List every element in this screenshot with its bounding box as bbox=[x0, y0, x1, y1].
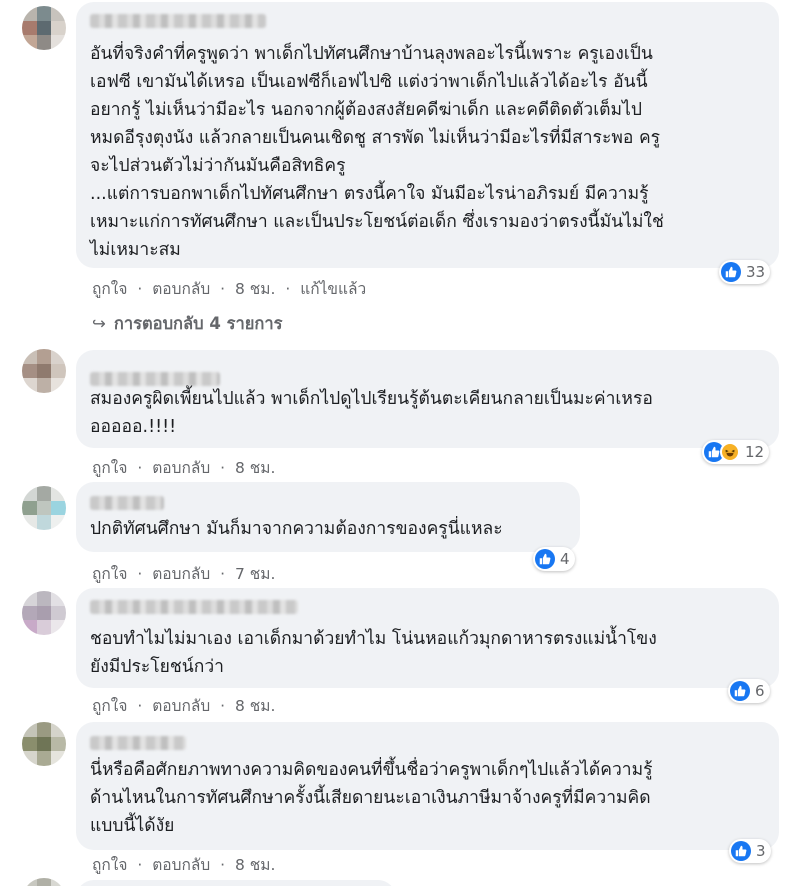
reply-button[interactable]: ตอบกลับ bbox=[152, 459, 210, 477]
comment-bubble: ปกติทัศนศึกษา มันก็มาจากความต้องการของคร… bbox=[76, 482, 580, 552]
avatar[interactable] bbox=[22, 722, 66, 766]
like-reaction-icon bbox=[721, 262, 741, 282]
comment-actions: ถูกใจ · ตอบกลับ · 8 ชม. bbox=[92, 856, 276, 874]
comment-actions: ถูกใจ · ตอบกลับ · 7 ชม. bbox=[92, 565, 276, 583]
reaction-badge[interactable]: 12 bbox=[702, 440, 770, 464]
edited-label[interactable]: แก้ไขแล้ว bbox=[300, 280, 366, 298]
reply-button[interactable]: ตอบกลับ bbox=[152, 856, 210, 874]
avatar[interactable] bbox=[22, 349, 66, 393]
reaction-count: 6 bbox=[755, 682, 765, 700]
reaction-badge[interactable]: 4 bbox=[533, 547, 575, 571]
avatar[interactable] bbox=[22, 878, 66, 886]
comment-text: อันที่จริงคำที่ครูพูดว่า พาเด็กไปทัศนศึก… bbox=[90, 44, 664, 260]
like-button[interactable]: ถูกใจ bbox=[92, 697, 127, 715]
reply-button[interactable]: ตอบกลับ bbox=[152, 280, 210, 298]
like-button[interactable]: ถูกใจ bbox=[92, 280, 127, 298]
avatar[interactable] bbox=[22, 486, 66, 530]
comment-actions: ถูกใจ · ตอบกลับ · 8 ชม. bbox=[92, 697, 276, 715]
comment-timestamp[interactable]: 7 ชม. bbox=[235, 565, 275, 583]
commenter-name-redacted[interactable] bbox=[90, 736, 186, 750]
like-reaction-icon bbox=[535, 549, 555, 569]
like-reaction-icon bbox=[731, 841, 751, 861]
haha-reaction-icon bbox=[720, 442, 740, 462]
reply-arrow-icon: ↪ bbox=[92, 314, 106, 333]
like-button[interactable]: ถูกใจ bbox=[92, 856, 127, 874]
comment-bubble bbox=[76, 880, 396, 886]
reaction-count: 12 bbox=[745, 443, 765, 461]
reply-button[interactable]: ตอบกลับ bbox=[152, 697, 210, 715]
comment-timestamp[interactable]: 8 ชม. bbox=[235, 459, 275, 477]
comment-text: สมองครูผิดเพี้ยนไปแล้ว พาเด็กไปดูไปเรียน… bbox=[90, 389, 653, 437]
avatar[interactable] bbox=[22, 591, 66, 635]
commenter-name-redacted[interactable] bbox=[90, 496, 164, 510]
comment-bubble: อันที่จริงคำที่ครูพูดว่า พาเด็กไปทัศนศึก… bbox=[76, 2, 779, 268]
comment-text: ชอบทำไมไม่มาเอง เอาเด็กมาด้วยทำไม โน่นหอ… bbox=[90, 629, 657, 677]
comment-bubble: สมองครูผิดเพี้ยนไปแล้ว พาเด็กไปดูไปเรียน… bbox=[76, 350, 779, 448]
reaction-count: 3 bbox=[756, 842, 766, 860]
comment-text: นี่หรือคือศักยภาพทางความคิดของคนที่ขึ้นช… bbox=[90, 760, 653, 836]
comment-bubble: ชอบทำไมไม่มาเอง เอาเด็กมาด้วยทำไม โน่นหอ… bbox=[76, 588, 779, 688]
replies-label: การตอบกลับ 4 รายการ bbox=[113, 314, 283, 333]
avatar[interactable] bbox=[22, 6, 66, 50]
comment-bubble: นี่หรือคือศักยภาพทางความคิดของคนที่ขึ้นช… bbox=[76, 722, 779, 850]
commenter-name-redacted[interactable] bbox=[90, 14, 266, 28]
comment-text: ปกติทัศนศึกษา มันก็มาจากความต้องการของคร… bbox=[90, 519, 503, 539]
comment-actions: ถูกใจ · ตอบกลับ · 8 ชม. · แก้ไขแล้ว bbox=[92, 280, 367, 298]
reply-button[interactable]: ตอบกลับ bbox=[152, 565, 210, 583]
reaction-count: 33 bbox=[746, 263, 766, 281]
comment-timestamp[interactable]: 8 ชม. bbox=[235, 856, 275, 874]
reaction-badge[interactable]: 3 bbox=[729, 839, 771, 863]
like-button[interactable]: ถูกใจ bbox=[92, 565, 127, 583]
comment-timestamp[interactable]: 8 ชม. bbox=[235, 280, 275, 298]
reaction-count: 4 bbox=[560, 550, 570, 568]
view-replies-link[interactable]: ↪ การตอบกลับ 4 รายการ bbox=[92, 311, 283, 337]
comment-timestamp[interactable]: 8 ชม. bbox=[235, 697, 275, 715]
commenter-name-redacted[interactable] bbox=[90, 372, 220, 386]
like-button[interactable]: ถูกใจ bbox=[92, 459, 127, 477]
like-reaction-icon bbox=[730, 681, 750, 701]
commenter-name-redacted[interactable] bbox=[90, 600, 298, 614]
reaction-badge[interactable]: 6 bbox=[728, 679, 770, 703]
reaction-badge[interactable]: 33 bbox=[719, 260, 771, 284]
comment-actions: ถูกใจ · ตอบกลับ · 8 ชม. bbox=[92, 459, 276, 477]
